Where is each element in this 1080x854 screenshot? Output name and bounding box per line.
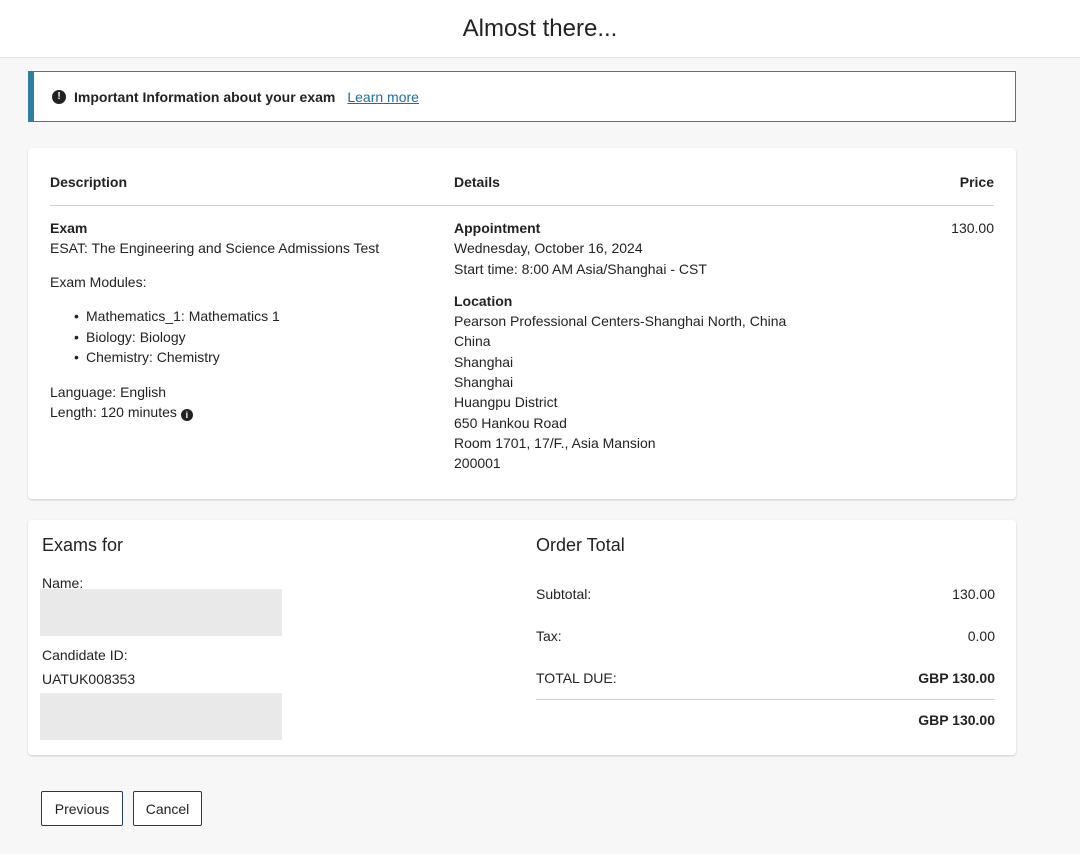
location-line: China bbox=[454, 333, 491, 350]
subtotal-label: Subtotal: bbox=[536, 586, 592, 602]
description-column: Exam ESAT: The Engineering and Science A… bbox=[50, 218, 430, 422]
language: Language: English bbox=[50, 383, 166, 400]
price-value: 130.00 bbox=[951, 220, 994, 236]
divider bbox=[536, 699, 995, 700]
subtotal-value: 130.00 bbox=[952, 586, 995, 602]
module-item: Biology: Biology bbox=[74, 327, 430, 348]
info-icon: ! bbox=[52, 89, 66, 104]
details-column: Appointment Wednesday, October 16, 2024 … bbox=[454, 218, 874, 474]
exam-label: Exam bbox=[50, 220, 88, 236]
total-due-value: GBP 130.00 bbox=[918, 670, 995, 686]
exams-for-section: Exams for Name: Candidate ID: UATUK00835… bbox=[40, 520, 462, 755]
header-bar: Almost there... bbox=[0, 0, 1080, 58]
appointment-date: Wednesday, October 16, 2024 bbox=[454, 240, 643, 257]
exam-details-card: Description Details Price Exam ESAT: The… bbox=[28, 148, 1016, 499]
redacted-field bbox=[40, 693, 282, 740]
header-details: Details bbox=[454, 174, 500, 190]
modules-label: Exam Modules: bbox=[50, 274, 147, 290]
total-due-label: TOTAL DUE: bbox=[536, 670, 617, 686]
order-total-title: Order Total bbox=[536, 535, 625, 555]
location-line: 200001 bbox=[454, 455, 501, 472]
length: Length: 120 minutes bbox=[50, 403, 177, 420]
header-price: Price bbox=[959, 174, 994, 190]
order-total-section: Order Total Subtotal: 130.00 Tax: 0.00 T… bbox=[536, 520, 995, 755]
previous-button[interactable]: Previous bbox=[41, 791, 123, 826]
important-info-alert: ! Important Information about your exam … bbox=[28, 71, 1016, 122]
location-line: Shanghai bbox=[454, 353, 514, 370]
appointment-label: Appointment bbox=[454, 220, 541, 236]
location-line: Room 1701, 17/F., Asia Mansion bbox=[454, 434, 656, 451]
table-header: Description Details Price bbox=[50, 174, 994, 206]
exam-name: ESAT: The Engineering and Science Admiss… bbox=[50, 240, 380, 256]
location-line: 650 Hankou Road bbox=[454, 414, 567, 431]
grand-total-value: GBP 130.00 bbox=[918, 712, 995, 728]
redacted-name bbox=[40, 589, 282, 636]
module-item: Chemistry: Chemistry bbox=[74, 347, 430, 368]
location-line: Shanghai bbox=[454, 374, 514, 391]
info-icon[interactable]: i bbox=[180, 409, 193, 421]
location-line: Huangpu District bbox=[454, 394, 558, 411]
total-due-row: TOTAL DUE: GBP 130.00 bbox=[536, 670, 995, 686]
subtotal-row: Subtotal: 130.00 bbox=[536, 586, 995, 602]
module-item: Mathematics_1: Mathematics 1 bbox=[74, 306, 430, 327]
location-line: Pearson Professional Centers-Shanghai No… bbox=[454, 313, 787, 330]
location-label: Location bbox=[454, 292, 513, 309]
length-row: Length: 120 minutes i bbox=[50, 402, 430, 422]
alert-title: Important Information about your exam bbox=[74, 88, 336, 105]
modules-list: Mathematics_1: Mathematics 1 Biology: Bi… bbox=[50, 306, 430, 368]
appointment-start-time: Start time: 8:00 AM Asia/Shanghai - CST bbox=[454, 260, 707, 277]
order-summary-card: Exams for Name: Candidate ID: UATUK00835… bbox=[28, 520, 1016, 755]
exams-for-title: Exams for bbox=[42, 535, 124, 555]
tax-row: Tax: 0.00 bbox=[536, 628, 995, 644]
learn-more-link[interactable]: Learn more bbox=[347, 89, 419, 105]
tax-label: Tax: bbox=[536, 628, 562, 644]
candidate-id-label: Candidate ID: bbox=[42, 647, 128, 663]
candidate-id-value: UATUK008353 bbox=[42, 671, 136, 687]
header-description: Description bbox=[50, 174, 128, 190]
page-title: Almost there... bbox=[462, 15, 618, 42]
cancel-button[interactable]: Cancel bbox=[133, 791, 202, 826]
tax-value: 0.00 bbox=[967, 628, 995, 644]
